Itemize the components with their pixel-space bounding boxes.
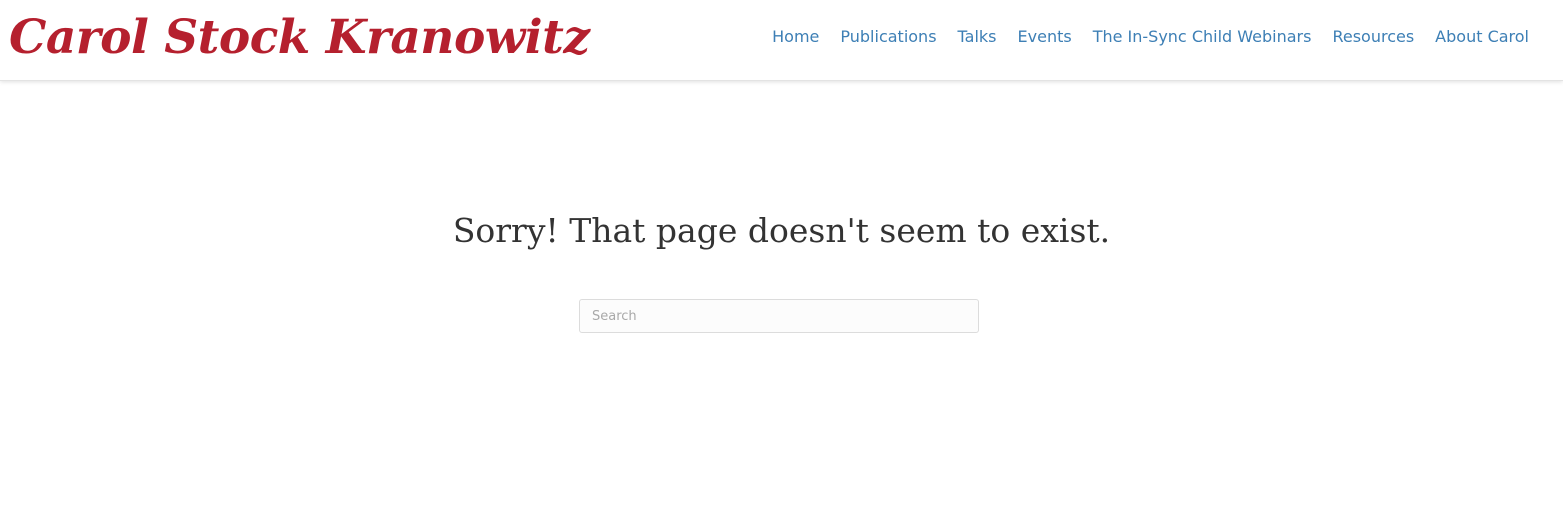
nav-item-about-carol[interactable]: About Carol — [1435, 26, 1529, 48]
nav-item-publications[interactable]: Publications — [840, 26, 936, 48]
nav-item-webinars[interactable]: The In-Sync Child Webinars — [1093, 26, 1312, 48]
search-input[interactable] — [579, 299, 979, 333]
main-nav: Home Publications Talks Events The In-Sy… — [772, 26, 1529, 48]
nav-item-talks[interactable]: Talks — [958, 26, 997, 48]
site-logo[interactable]: Carol Stock Kranowitz — [9, 8, 590, 68]
site-header: Carol Stock Kranowitz Home Publications … — [0, 0, 1563, 81]
page-title: Sorry! That page doesn't seem to exist. — [452, 211, 1111, 250]
nav-item-resources[interactable]: Resources — [1332, 26, 1414, 48]
nav-item-home[interactable]: Home — [772, 26, 819, 48]
search-form — [579, 299, 979, 333]
nav-item-events[interactable]: Events — [1018, 26, 1072, 48]
